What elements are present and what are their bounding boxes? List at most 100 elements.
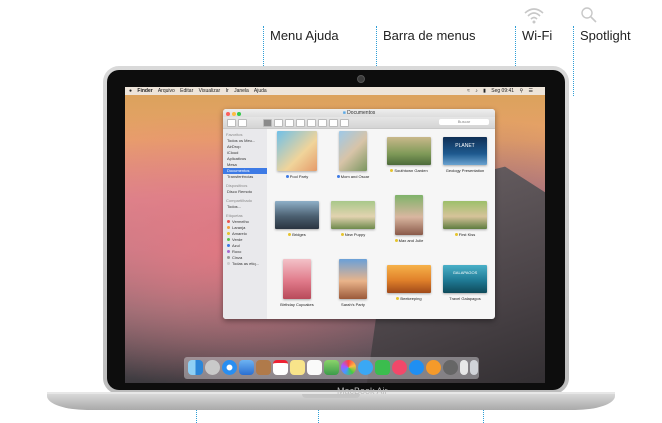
file-label: Sarah's Party	[327, 302, 379, 307]
file-thumbnail	[275, 201, 319, 229]
wifi-status-icon[interactable]: ≈	[467, 88, 470, 94]
tag-green-label: Verde	[232, 237, 243, 242]
file-item[interactable]: Mom and Oscar	[327, 131, 379, 193]
spotlight-menu-icon[interactable]: ⚲	[519, 88, 523, 94]
contacts-dock-icon[interactable]	[256, 360, 271, 375]
sidebar-header-shared: Compartilhado	[226, 198, 253, 203]
menu-visualizar[interactable]: Visualizar	[199, 88, 221, 94]
menu-ajuda[interactable]: Ajuda	[254, 88, 267, 94]
tag-red-dot	[227, 220, 230, 224]
sidebar-item-shared-all[interactable]: Todos...	[227, 204, 267, 210]
menubar-clock[interactable]: Seg 09:41	[491, 88, 514, 94]
file-thumbnail	[443, 201, 487, 229]
file-item[interactable]: Sarah's Party	[327, 259, 379, 319]
arrange-button[interactable]	[307, 119, 316, 127]
itunes-dock-icon[interactable]	[392, 360, 407, 375]
file-label: Southtown Garden	[383, 168, 435, 173]
tag-yellow-label: Amarelo	[232, 231, 247, 236]
tag-all-label: Todas as etiq...	[232, 261, 259, 266]
finder-window: ■ Documentos Buscar Favoritos Todos os M…	[223, 109, 495, 319]
messages-dock-icon[interactable]	[358, 360, 373, 375]
sidebar-item-downloads[interactable]: Transferências	[227, 174, 267, 180]
tags-button[interactable]	[340, 119, 349, 127]
notes-dock-icon[interactable]	[290, 360, 305, 375]
menu-finder[interactable]: Finder	[137, 88, 152, 94]
battery-icon[interactable]: ▮	[483, 88, 486, 94]
menu-arquivo[interactable]: Arquivo	[158, 88, 175, 94]
menu-janela[interactable]: Janela	[234, 88, 249, 94]
sidebar-item-remote-disc[interactable]: Disco Remoto	[227, 189, 267, 195]
folder-icon: ■	[342, 110, 346, 116]
trash-dock-icon[interactable]	[470, 360, 478, 375]
maps-dock-icon[interactable]	[324, 360, 339, 375]
file-item[interactable]: First Kiss	[439, 195, 491, 257]
finder-dock-icon[interactable]	[188, 360, 203, 375]
file-name: First Kiss	[458, 232, 476, 237]
file-tag-dot	[396, 297, 400, 301]
menu-ir[interactable]: Ir	[226, 88, 229, 94]
volume-icon[interactable]: ♪	[475, 88, 478, 94]
window-titlebar[interactable]: ■ Documentos	[223, 109, 495, 117]
file-label: Geology Presentation	[439, 168, 491, 173]
ibooks-dock-icon[interactable]	[426, 360, 441, 375]
menu-bar: ● Finder Arquivo Editar Visualizar Ir Ja…	[125, 87, 545, 95]
file-label: First Kiss	[439, 232, 491, 237]
documents-folder-dock-icon[interactable]	[460, 360, 468, 375]
photos-dock-icon[interactable]	[341, 360, 356, 375]
forward-button[interactable]	[238, 119, 247, 127]
file-item[interactable]: Beekeeping	[383, 259, 435, 319]
window-title: Documentos	[347, 110, 376, 116]
close-button[interactable]	[226, 112, 230, 116]
facetime-dock-icon[interactable]	[375, 360, 390, 375]
mail-dock-icon[interactable]	[239, 360, 254, 375]
notification-center-icon[interactable]: ☰	[529, 88, 533, 94]
file-item[interactable]: PLANET Geology Presentation	[439, 131, 491, 193]
file-label: Max and Julie	[383, 238, 435, 243]
file-thumbnail	[395, 195, 423, 235]
file-item[interactable]: Birthday Cupcakes	[271, 259, 323, 319]
icon-view-button[interactable]	[263, 119, 272, 127]
file-label: Pool Party	[271, 174, 323, 179]
file-tag-dot	[336, 175, 340, 179]
file-name: New Puppy	[344, 232, 366, 237]
system-preferences-dock-icon[interactable]	[443, 360, 458, 375]
tag-yellow-dot	[227, 232, 230, 236]
file-item[interactable]: Southtown Garden	[383, 131, 435, 193]
file-item[interactable]: New Puppy	[327, 195, 379, 257]
search-field[interactable]: Buscar	[439, 119, 489, 125]
apple-menu-icon[interactable]: ●	[129, 88, 132, 94]
file-label: Mom and Oscar	[327, 174, 379, 179]
minimize-button[interactable]	[231, 112, 236, 116]
file-item[interactable]: Pool Party	[271, 131, 323, 193]
sidebar-header-favorites: Favoritos	[226, 132, 243, 137]
callout-menu-ajuda: Menu Ajuda	[270, 28, 339, 43]
column-view-button[interactable]	[285, 119, 294, 127]
safari-dock-icon[interactable]	[222, 360, 237, 375]
menu-editar[interactable]: Editar	[180, 88, 193, 94]
tag-gray-dot	[227, 256, 230, 260]
file-thumbnail	[331, 201, 375, 229]
file-thumbnail	[339, 131, 367, 171]
tag-all-dot	[227, 262, 230, 266]
launchpad-dock-icon[interactable]	[205, 360, 220, 375]
reminders-dock-icon[interactable]	[307, 360, 322, 375]
list-view-button[interactable]	[274, 119, 283, 127]
zoom-button[interactable]	[237, 112, 241, 116]
coverflow-view-button[interactable]	[296, 119, 305, 127]
file-name: Mom and Oscar	[340, 174, 370, 179]
share-button[interactable]	[329, 119, 338, 127]
file-thumbnail: GALAPAGOS	[443, 265, 487, 293]
file-item[interactable]: GALAPAGOS Travel Galapagos	[439, 259, 491, 319]
menubar-status-area: ≈ ♪ ▮ Seg 09:41 ⚲ ☰	[467, 87, 537, 95]
calendar-dock-icon[interactable]	[273, 360, 288, 375]
app-store-dock-icon[interactable]	[409, 360, 424, 375]
action-button[interactable]	[318, 119, 327, 127]
sidebar-tag-all[interactable]: Todas as etiq...	[227, 261, 267, 267]
file-item[interactable]: Max and Julie	[383, 195, 435, 257]
tag-purple-label: Roxo	[232, 249, 242, 254]
file-tag-dot	[394, 239, 398, 243]
back-button[interactable]	[227, 119, 236, 127]
file-item[interactable]: Bridges	[271, 195, 323, 257]
callout-line-spotlight	[573, 26, 574, 96]
file-label: Beekeeping	[383, 296, 435, 301]
